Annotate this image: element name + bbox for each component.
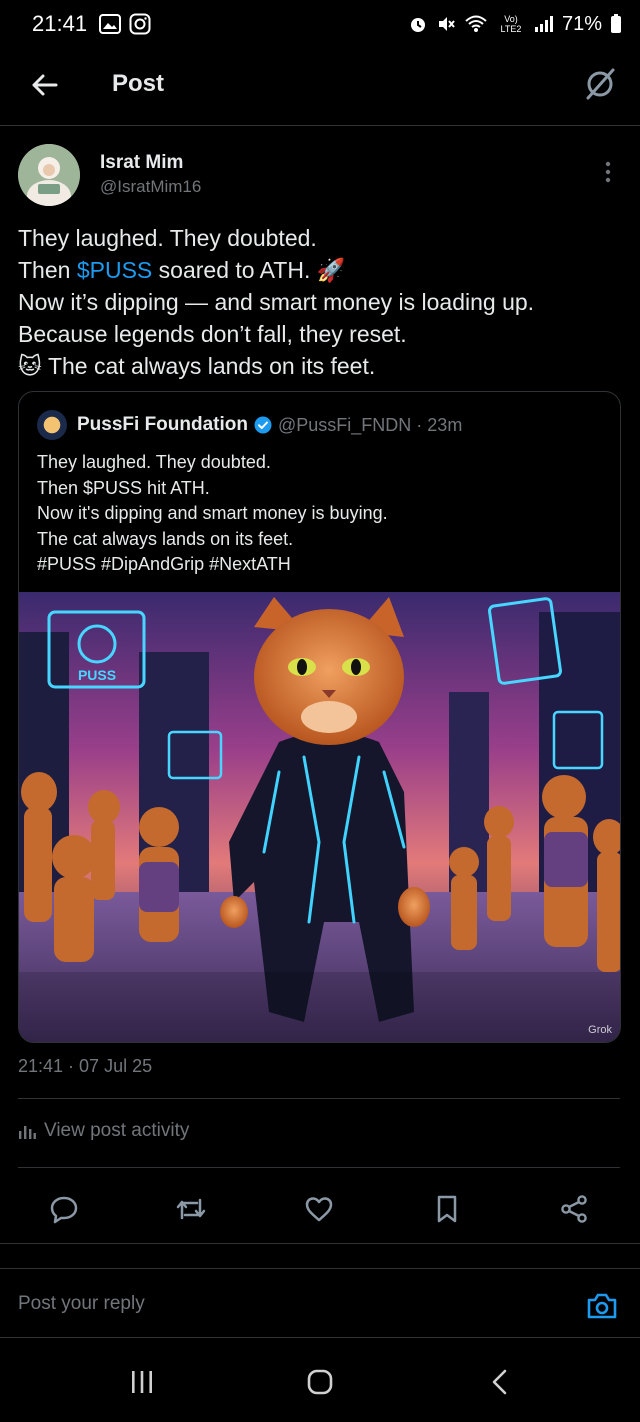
post-line: Because legends don’t fall, they reset. [18,321,407,347]
post-actions [0,1182,640,1236]
post-line: Now it’s dipping — and smart money is lo… [18,289,535,315]
post-line: 🐱 The cat always lands on its feet. [18,353,376,379]
verified-badge-icon [254,416,272,434]
divider [18,1167,620,1168]
quoted-image[interactable]: PUSS Grok [19,592,620,1042]
author-avatar[interactable] [18,144,80,206]
bookmark-icon [437,1195,457,1223]
mute-icon [436,14,456,34]
quoted-line: Then $PUSS hit ATH. [37,477,210,498]
recent-apps-icon [132,1371,152,1393]
neon-sign-text: PUSS [78,667,116,683]
quoted-line: The cat always lands on its feet. [37,528,294,549]
battery-percent: 71% [561,12,602,35]
repost-icon [176,1198,206,1220]
wifi-icon [464,14,488,34]
post-body: They laughed. They doubted. Then $PUSS s… [18,222,622,382]
status-bar: 21:41 Vo) LTE2 71% [0,0,640,48]
grok-icon [586,68,615,100]
share-icon [561,1195,587,1223]
author-handle[interactable]: @IsratMim16 [100,177,201,197]
grok-watermark: Grok [588,1024,612,1036]
quoted-author-handle: @PussFi_FNDN [278,414,412,435]
quoted-post-header: PussFi Foundation @PussFi_FNDN · 23m [37,410,462,440]
heart-icon [305,1197,333,1222]
post-timestamp: 21:41 · 07 Jul 25 [18,1056,153,1076]
battery-icon [610,14,622,34]
camera-button[interactable] [586,1291,618,1321]
post-author: Israt Mim @IsratMim16 [18,144,622,210]
instagram-icon [129,13,151,35]
quoted-separator: · [416,414,423,435]
reply-input[interactable] [18,1287,558,1321]
reply-composer [0,1268,640,1338]
post-line: Then $PUSS soared to ATH. 🚀 [18,257,346,283]
network-label: Vo) LTE2 [500,14,522,34]
author-name[interactable]: Israt Mim [100,152,183,174]
quoted-post-body: They laughed. They doubted. Then $PUSS h… [37,450,388,578]
quoted-post[interactable]: PussFi Foundation @PussFi_FNDN · 23m The… [18,391,621,1043]
bookmark-button[interactable] [430,1192,464,1226]
gallery-icon [99,14,122,34]
home-icon [307,1369,333,1395]
status-time: 21:41 [32,11,88,36]
back-button[interactable] [28,68,62,102]
recent-apps-button[interactable] [122,1366,162,1398]
system-nav-bar [0,1340,640,1422]
system-back-button[interactable] [480,1366,520,1398]
quoted-line: Now it's dipping and smart money is buyi… [37,503,388,523]
divider [0,1243,640,1244]
reply-button[interactable] [47,1192,81,1226]
home-button[interactable] [300,1366,340,1398]
quoted-age: 23m [427,414,463,435]
post-line: They laughed. They doubted. [18,225,317,251]
cashtag-link[interactable]: $PUSS [77,257,152,283]
repost-button[interactable] [174,1192,208,1226]
chevron-left-icon [492,1369,507,1395]
more-vertical-icon [605,161,611,183]
top-header: Post [0,48,640,126]
signal-icon [534,15,554,33]
quoted-author-name: PussFi Foundation [77,414,248,435]
view-post-activity[interactable]: View post activity [18,1120,189,1142]
view-post-activity-label: View post activity [44,1120,190,1141]
quoted-line: They laughed. They doubted. [37,452,271,472]
quoted-hashtags[interactable]: #PUSS #DipAndGrip #NextATH [37,552,388,578]
camera-icon [587,1293,617,1319]
more-options-button[interactable] [598,160,618,184]
alarm-icon [408,14,428,34]
divider [18,1098,620,1099]
reply-icon [50,1196,78,1224]
like-button[interactable] [302,1192,336,1226]
analytics-icon [18,1123,36,1139]
grok-button[interactable] [582,66,618,102]
page-title: Post [112,70,165,97]
quoted-avatar [37,410,67,440]
share-button[interactable] [557,1192,591,1226]
